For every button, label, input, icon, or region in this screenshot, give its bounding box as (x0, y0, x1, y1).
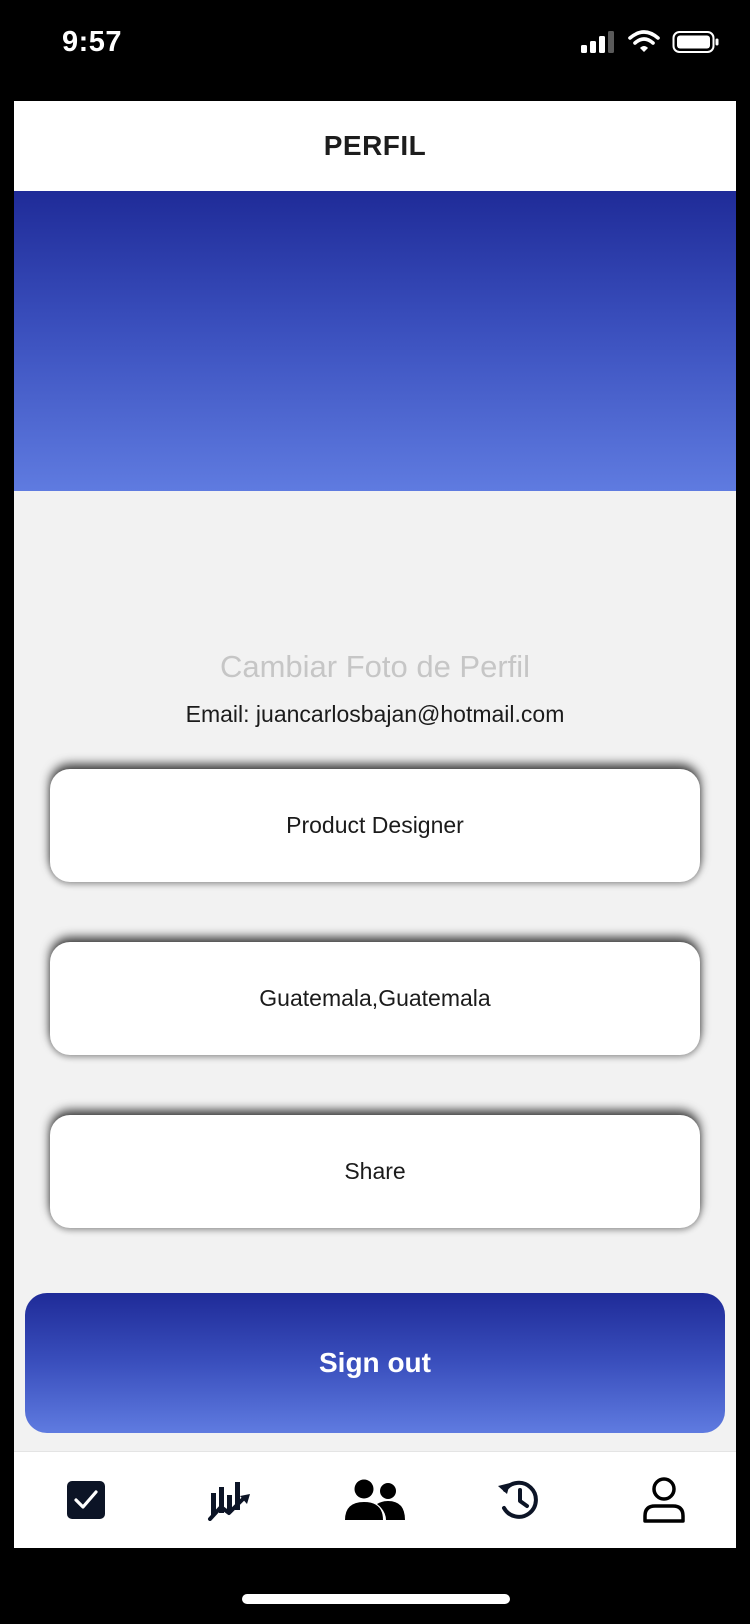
email-text: Email: juancarlosbajan@hotmail.com (185, 701, 565, 727)
wifi-icon (628, 30, 660, 52)
user-icon (643, 1477, 685, 1523)
status-time: 9:57 (62, 26, 123, 58)
cellular-signal-icon (581, 31, 614, 53)
status-icons (580, 30, 720, 54)
tab-tasks[interactable] (46, 1460, 126, 1540)
status-bar: 9:57 (0, 0, 750, 100)
header: PERFIL (14, 101, 736, 191)
users-icon (344, 1479, 405, 1520)
location-card[interactable]: Guatemala,Guatemala (50, 942, 700, 1055)
job-title-label: Product Designer (286, 812, 464, 838)
tab-bar (14, 1451, 736, 1548)
tab-profile[interactable] (624, 1460, 704, 1540)
location-label: Guatemala,Guatemala (259, 985, 491, 1011)
trending-chart-icon (207, 1482, 250, 1521)
change-profile-photo-link[interactable]: Cambiar Foto de Perfil (14, 649, 736, 685)
profile-banner (14, 191, 736, 491)
sign-out-label: Sign out (319, 1347, 431, 1378)
share-button[interactable]: Share (50, 1115, 700, 1228)
checkbox-icon (67, 1481, 106, 1519)
home-indicator[interactable] (242, 1594, 510, 1604)
tab-stats[interactable] (191, 1460, 271, 1540)
page-title: PERFIL (323, 130, 427, 161)
profile-screen: PERFIL Cambiar Foto de Perfil Email: jua… (14, 101, 736, 1548)
battery-icon (672, 31, 719, 53)
sign-out-button[interactable]: Sign out (25, 1293, 725, 1433)
tab-history[interactable] (479, 1460, 559, 1540)
history-icon (498, 1480, 539, 1519)
job-title-card[interactable]: Product Designer (50, 769, 700, 882)
share-label: Share (344, 1158, 406, 1184)
tab-team[interactable] (335, 1460, 415, 1540)
